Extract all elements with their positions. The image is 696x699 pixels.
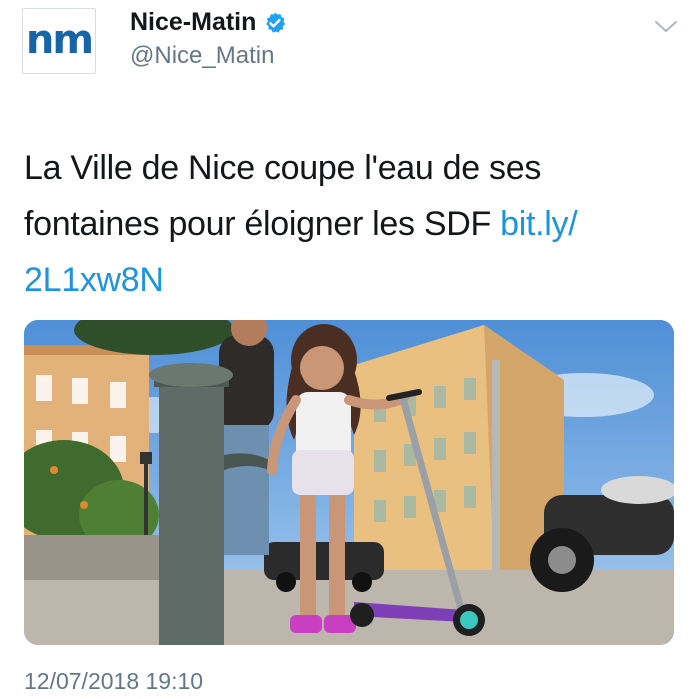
tweet-timestamp[interactable]: 12/07/2018 19:10 [24, 668, 203, 695]
author-name-row[interactable]: Nice-Matin [130, 8, 287, 37]
display-name[interactable]: Nice-Matin [130, 8, 256, 37]
tweet-body-text: La Ville de Nice coupe l'eau de ses font… [24, 149, 542, 243]
avatar-logo-text: nm [25, 17, 94, 63]
photo-scene [24, 320, 674, 645]
tweet-photo[interactable] [24, 320, 674, 645]
chevron-down-icon[interactable] [653, 18, 679, 36]
avatar[interactable]: nm [22, 8, 96, 74]
verified-badge-icon [263, 11, 287, 35]
account-handle[interactable]: @Nice_Matin [130, 42, 274, 70]
tweet-text: La Ville de Nice coupe l'eau de ses font… [24, 140, 664, 308]
